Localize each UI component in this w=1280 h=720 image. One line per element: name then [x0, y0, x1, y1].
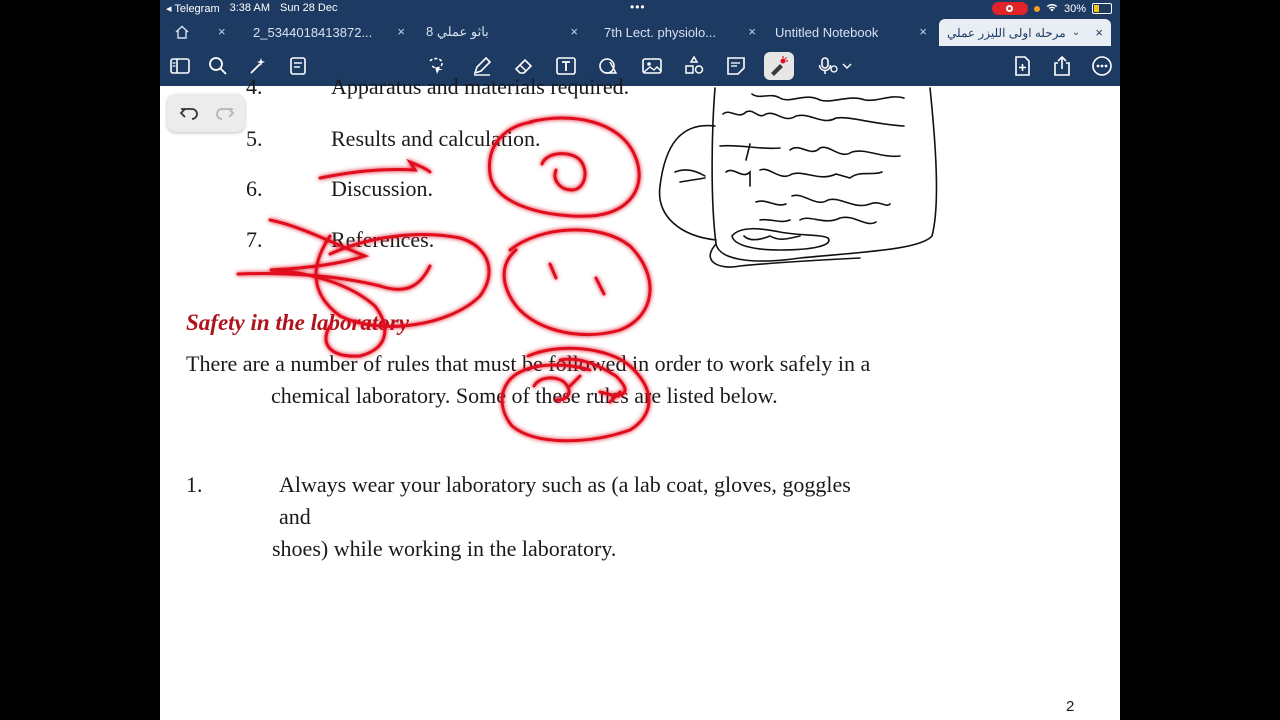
rule-text-line: Always wear your laboratory such as (a l…: [279, 472, 851, 497]
list-item-text: Results and calculation.: [331, 126, 541, 151]
search-icon[interactable]: [206, 54, 230, 78]
microphone-icon[interactable]: [816, 54, 840, 78]
laser-pointer-icon[interactable]: [764, 52, 794, 80]
tab-1[interactable]: 2_5344018413872... ×: [243, 18, 413, 46]
tab-4[interactable]: Untitled Notebook ×: [765, 18, 935, 46]
rule-number: 1.: [186, 472, 203, 497]
section-heading: Safety in the laboratory: [186, 310, 409, 335]
multitask-dots[interactable]: •••: [630, 0, 646, 14]
close-icon[interactable]: ×: [1095, 25, 1103, 40]
more-icon[interactable]: [1090, 54, 1114, 78]
image-icon[interactable]: [640, 54, 664, 78]
list-item-text: References.: [331, 227, 435, 252]
list-item-text: Discussion.: [331, 176, 434, 201]
battery-percent: 30%: [1063, 2, 1086, 15]
rule-text-line: and: [279, 504, 311, 529]
elements-icon[interactable]: [682, 54, 706, 78]
tab-5-active[interactable]: مرحله اولى الليزر عملي ⌄ ×: [939, 19, 1111, 46]
home-tab[interactable]: [174, 18, 214, 46]
share-icon[interactable]: [1050, 54, 1074, 78]
tab-label: 7th Lect. physiolo...: [604, 24, 717, 40]
page-number: 2: [1066, 698, 1075, 715]
chevron-down-icon[interactable]: [840, 54, 854, 78]
mic-indicator-icon: [1033, 5, 1040, 12]
list-number: 4.: [246, 74, 263, 99]
close-icon[interactable]: ×: [570, 24, 578, 39]
status-bar: ◂ Telegram 3:38 AM Sun 28 Dec ••• 30%: [160, 0, 1120, 18]
tab-label: باثو عملي 8: [426, 24, 489, 39]
undo-icon[interactable]: [177, 101, 201, 125]
toolbar: [160, 46, 1120, 86]
close-icon[interactable]: ×: [218, 24, 226, 39]
sidebar-icon[interactable]: [168, 54, 192, 78]
screen-record-icon[interactable]: [991, 2, 1028, 15]
status-time: 3:38 AM: [229, 2, 270, 14]
intro-text-line: There are a number of rules that must be…: [186, 351, 871, 376]
intro-text-line: chemical laboratory. Some of these rules…: [271, 383, 778, 408]
tab-bar: × 2_5344018413872... × باثو عملي 8 × 7th…: [160, 18, 1120, 46]
status-date: Sun 28 Dec: [279, 2, 338, 14]
document-page[interactable]: 4. Apparatus and materials required. 5. …: [160, 74, 1120, 720]
undo-redo-pill: [167, 94, 245, 132]
home-icon: [175, 25, 189, 39]
battery-icon: [1092, 3, 1112, 14]
back-to-telegram[interactable]: ◂ Telegram: [166, 2, 220, 15]
tab-label: Untitled Notebook: [775, 24, 879, 40]
ipad-screen: ◂ Telegram 3:38 AM Sun 28 Dec ••• 30% × …: [160, 0, 1120, 720]
tab-label: مرحله اولى الليزر عملي: [947, 25, 1066, 40]
list-number: 6.: [246, 176, 263, 201]
list-number: 7.: [246, 227, 263, 252]
close-icon[interactable]: ×: [919, 24, 927, 39]
tab-2[interactable]: باثو عملي 8 ×: [416, 18, 586, 46]
list-item-text: Apparatus and materials required.: [331, 74, 630, 99]
close-icon[interactable]: ×: [748, 24, 756, 39]
close-icon[interactable]: ×: [397, 24, 405, 39]
add-page-icon[interactable]: [1010, 54, 1034, 78]
sticky-note-icon[interactable]: [724, 54, 748, 78]
tab-3[interactable]: 7th Lect. physiolo... ×: [594, 18, 764, 46]
list-number: 5.: [246, 126, 263, 151]
redo-icon[interactable]: [213, 101, 237, 125]
chevron-down-icon[interactable]: ⌄: [1072, 27, 1080, 38]
wifi-icon: [1046, 3, 1058, 15]
tab-label: 2_5344018413872...: [253, 24, 373, 40]
notes-icon[interactable]: [286, 54, 310, 78]
rule-text-line: shoes) while working in the laboratory.: [272, 536, 617, 561]
